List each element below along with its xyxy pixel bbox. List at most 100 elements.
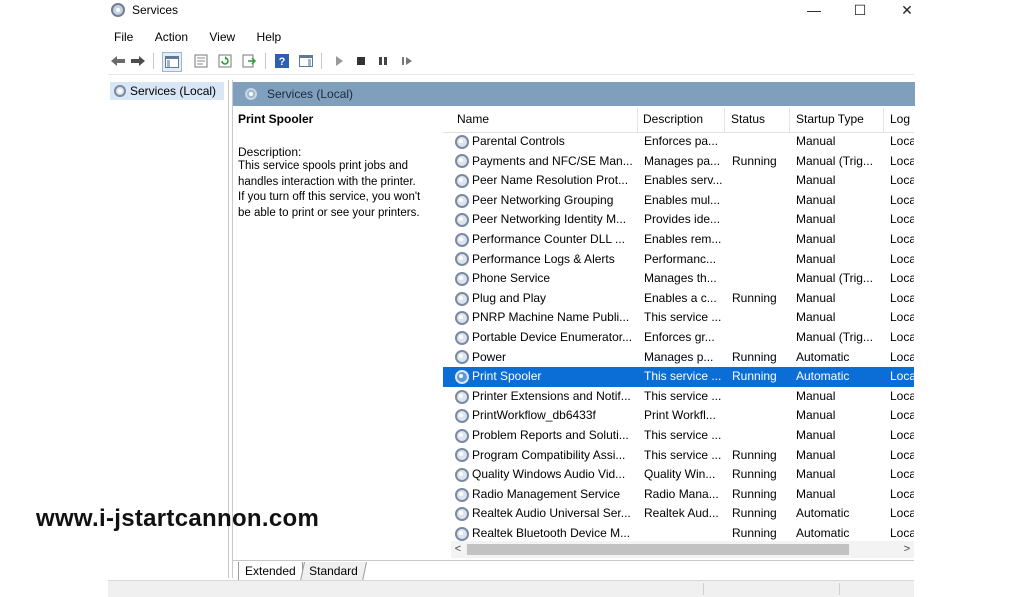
- menu-action[interactable]: Action: [152, 28, 191, 46]
- horizontal-scrollbar[interactable]: < >: [451, 541, 914, 558]
- service-gear-icon: [455, 134, 469, 149]
- service-description: Performanc...: [644, 251, 717, 266]
- tree-item-services-local[interactable]: Services (Local): [110, 82, 224, 100]
- service-gear-icon: [455, 173, 469, 188]
- show-hide-console-tree-icon[interactable]: [162, 52, 182, 72]
- service-gear-icon: [455, 154, 469, 169]
- table-row[interactable]: Parental Controls Enforces pa... Manual Loc…: [443, 132, 914, 152]
- table-row[interactable]: Peer Networking Identity M... Provides id…: [443, 210, 914, 230]
- column-header-status[interactable]: Status: [731, 112, 765, 126]
- table-row[interactable]: Plug and Play Enables a c... Running Manual…: [443, 289, 914, 309]
- scroll-right-button[interactable]: >: [900, 541, 914, 558]
- table-row-selected[interactable]: Print Spooler This service ... Running Auto…: [443, 367, 914, 387]
- table-row[interactable]: Payments and NFC/SE Man... Manages pa... R…: [443, 152, 914, 172]
- tab-standard[interactable]: Standard: [299, 562, 367, 581]
- service-startup-type: Manual: [796, 173, 836, 188]
- service-name: Portable Device Enumerator...: [472, 330, 633, 344]
- column-divider[interactable]: [724, 108, 725, 132]
- resume-service-icon[interactable]: [398, 52, 416, 70]
- menu-view[interactable]: View: [206, 28, 238, 46]
- menu-help[interactable]: Help: [254, 28, 285, 46]
- pause-service-icon[interactable]: [374, 52, 392, 70]
- service-name: Peer Name Resolution Prot...: [472, 173, 629, 188]
- service-name-cell: PrintWorkflow_db6433f: [455, 406, 647, 426]
- service-log-on-as: Loca: [890, 173, 914, 188]
- stop-service-icon[interactable]: [352, 52, 370, 70]
- description-line: If you turn off this service, you won't: [238, 191, 421, 203]
- table-row[interactable]: Realtek Audio Universal Ser... Realtek Au…: [443, 504, 914, 524]
- service-name: Parental Controls: [472, 134, 565, 148]
- service-name-cell: Performance Logs & Alerts: [455, 250, 647, 270]
- service-name-cell: Quality Windows Audio Vid...: [455, 465, 647, 485]
- toolbar: ?: [108, 50, 914, 75]
- tab-standard-label: Standard: [309, 564, 358, 578]
- service-gear-icon: [455, 330, 469, 345]
- service-description: This service ...: [644, 388, 722, 403]
- table-row[interactable]: Performance Logs & Alerts Performanc... Ma…: [443, 250, 914, 270]
- table-row[interactable]: Power Manages p... Running Automatic Loca: [443, 348, 914, 368]
- close-button[interactable]: ✕: [887, 0, 927, 22]
- service-startup-type: Manual: [796, 192, 836, 207]
- service-status: Running: [732, 290, 777, 305]
- scrollbar-thumb[interactable]: [467, 544, 849, 555]
- column-header-startup-type[interactable]: Startup Type: [796, 112, 864, 126]
- service-startup-type: Manual: [796, 486, 836, 501]
- action-pane-icon[interactable]: [297, 52, 315, 70]
- toolbar-separator: [265, 53, 266, 69]
- table-row[interactable]: Quality Windows Audio Vid... Quality Win.…: [443, 465, 914, 485]
- table-row[interactable]: PNRP Machine Name Publi... This service .…: [443, 308, 914, 328]
- properties-icon[interactable]: [192, 52, 210, 70]
- selected-service-title: Print Spooler: [238, 112, 314, 126]
- service-name-cell: Problem Reports and Soluti...: [455, 426, 647, 446]
- service-log-on-as: Loca: [890, 447, 914, 462]
- help-icon[interactable]: ?: [273, 52, 291, 70]
- service-log-on-as: Loca: [890, 506, 914, 521]
- table-row[interactable]: Performance Counter DLL ... Enables rem..…: [443, 230, 914, 250]
- column-header-log-on-as[interactable]: Log: [890, 112, 910, 126]
- service-status: Running: [732, 506, 777, 521]
- window-title: Services: [132, 3, 179, 17]
- column-divider[interactable]: [637, 108, 638, 132]
- refresh-icon[interactable]: [216, 52, 234, 70]
- service-log-on-as: Loca: [890, 271, 914, 286]
- start-service-icon[interactable]: [330, 52, 348, 70]
- table-row[interactable]: Printer Extensions and Notif... This serv…: [443, 387, 914, 407]
- table-row[interactable]: Radio Management Service Radio Mana... Run…: [443, 485, 914, 505]
- service-gear-icon: [455, 271, 469, 286]
- back-icon[interactable]: [109, 52, 127, 70]
- service-description: Enforces pa...: [644, 134, 719, 148]
- maximize-button[interactable]: ☐: [840, 0, 880, 22]
- menu-file[interactable]: File: [111, 28, 136, 46]
- service-name: Peer Networking Identity M...: [472, 212, 627, 227]
- service-name-cell: Radio Management Service: [455, 485, 647, 505]
- forward-icon[interactable]: [129, 52, 147, 70]
- scroll-left-button[interactable]: <: [451, 541, 465, 558]
- minimize-button[interactable]: —: [794, 0, 834, 22]
- table-row[interactable]: Peer Name Resolution Prot... Enables serv…: [443, 171, 914, 191]
- table-row[interactable]: Problem Reports and Soluti... This servic…: [443, 426, 914, 446]
- table-row[interactable]: Program Compatibility Assi... This servic…: [443, 446, 914, 466]
- service-log-on-as: Loca: [890, 153, 914, 168]
- column-header-description[interactable]: Description: [643, 112, 703, 126]
- sort-ascending-icon: ^: [539, 108, 544, 113]
- view-tabs: Extended Standard: [232, 560, 914, 581]
- service-description: Radio Mana...: [644, 486, 719, 501]
- column-header-name[interactable]: Name: [457, 112, 489, 126]
- tab-extended[interactable]: Extended: [238, 562, 303, 581]
- export-list-icon[interactable]: [240, 52, 258, 70]
- table-row[interactable]: Phone Service Manages th... Manual (Trig..…: [443, 269, 914, 289]
- tree-item-label: Services (Local): [130, 84, 217, 98]
- table-row[interactable]: Peer Networking Grouping Enables mul... Ma…: [443, 191, 914, 211]
- service-description: Realtek Aud...: [644, 506, 719, 521]
- service-startup-type: Manual: [796, 467, 836, 482]
- service-gear-icon: [455, 428, 469, 443]
- service-name-cell: Power: [455, 348, 647, 368]
- table-row[interactable]: Portable Device Enumerator... Enforces gr…: [443, 328, 914, 348]
- service-name: PNRP Machine Name Publi...: [472, 310, 630, 325]
- service-status: Running: [732, 486, 777, 501]
- service-startup-type: Manual: [796, 388, 836, 403]
- table-row[interactable]: PrintWorkflow_db6433f Print Workfl... Manu…: [443, 406, 914, 426]
- column-divider[interactable]: [789, 108, 790, 132]
- column-divider[interactable]: [883, 108, 884, 132]
- service-name: Performance Counter DLL ...: [472, 232, 625, 246]
